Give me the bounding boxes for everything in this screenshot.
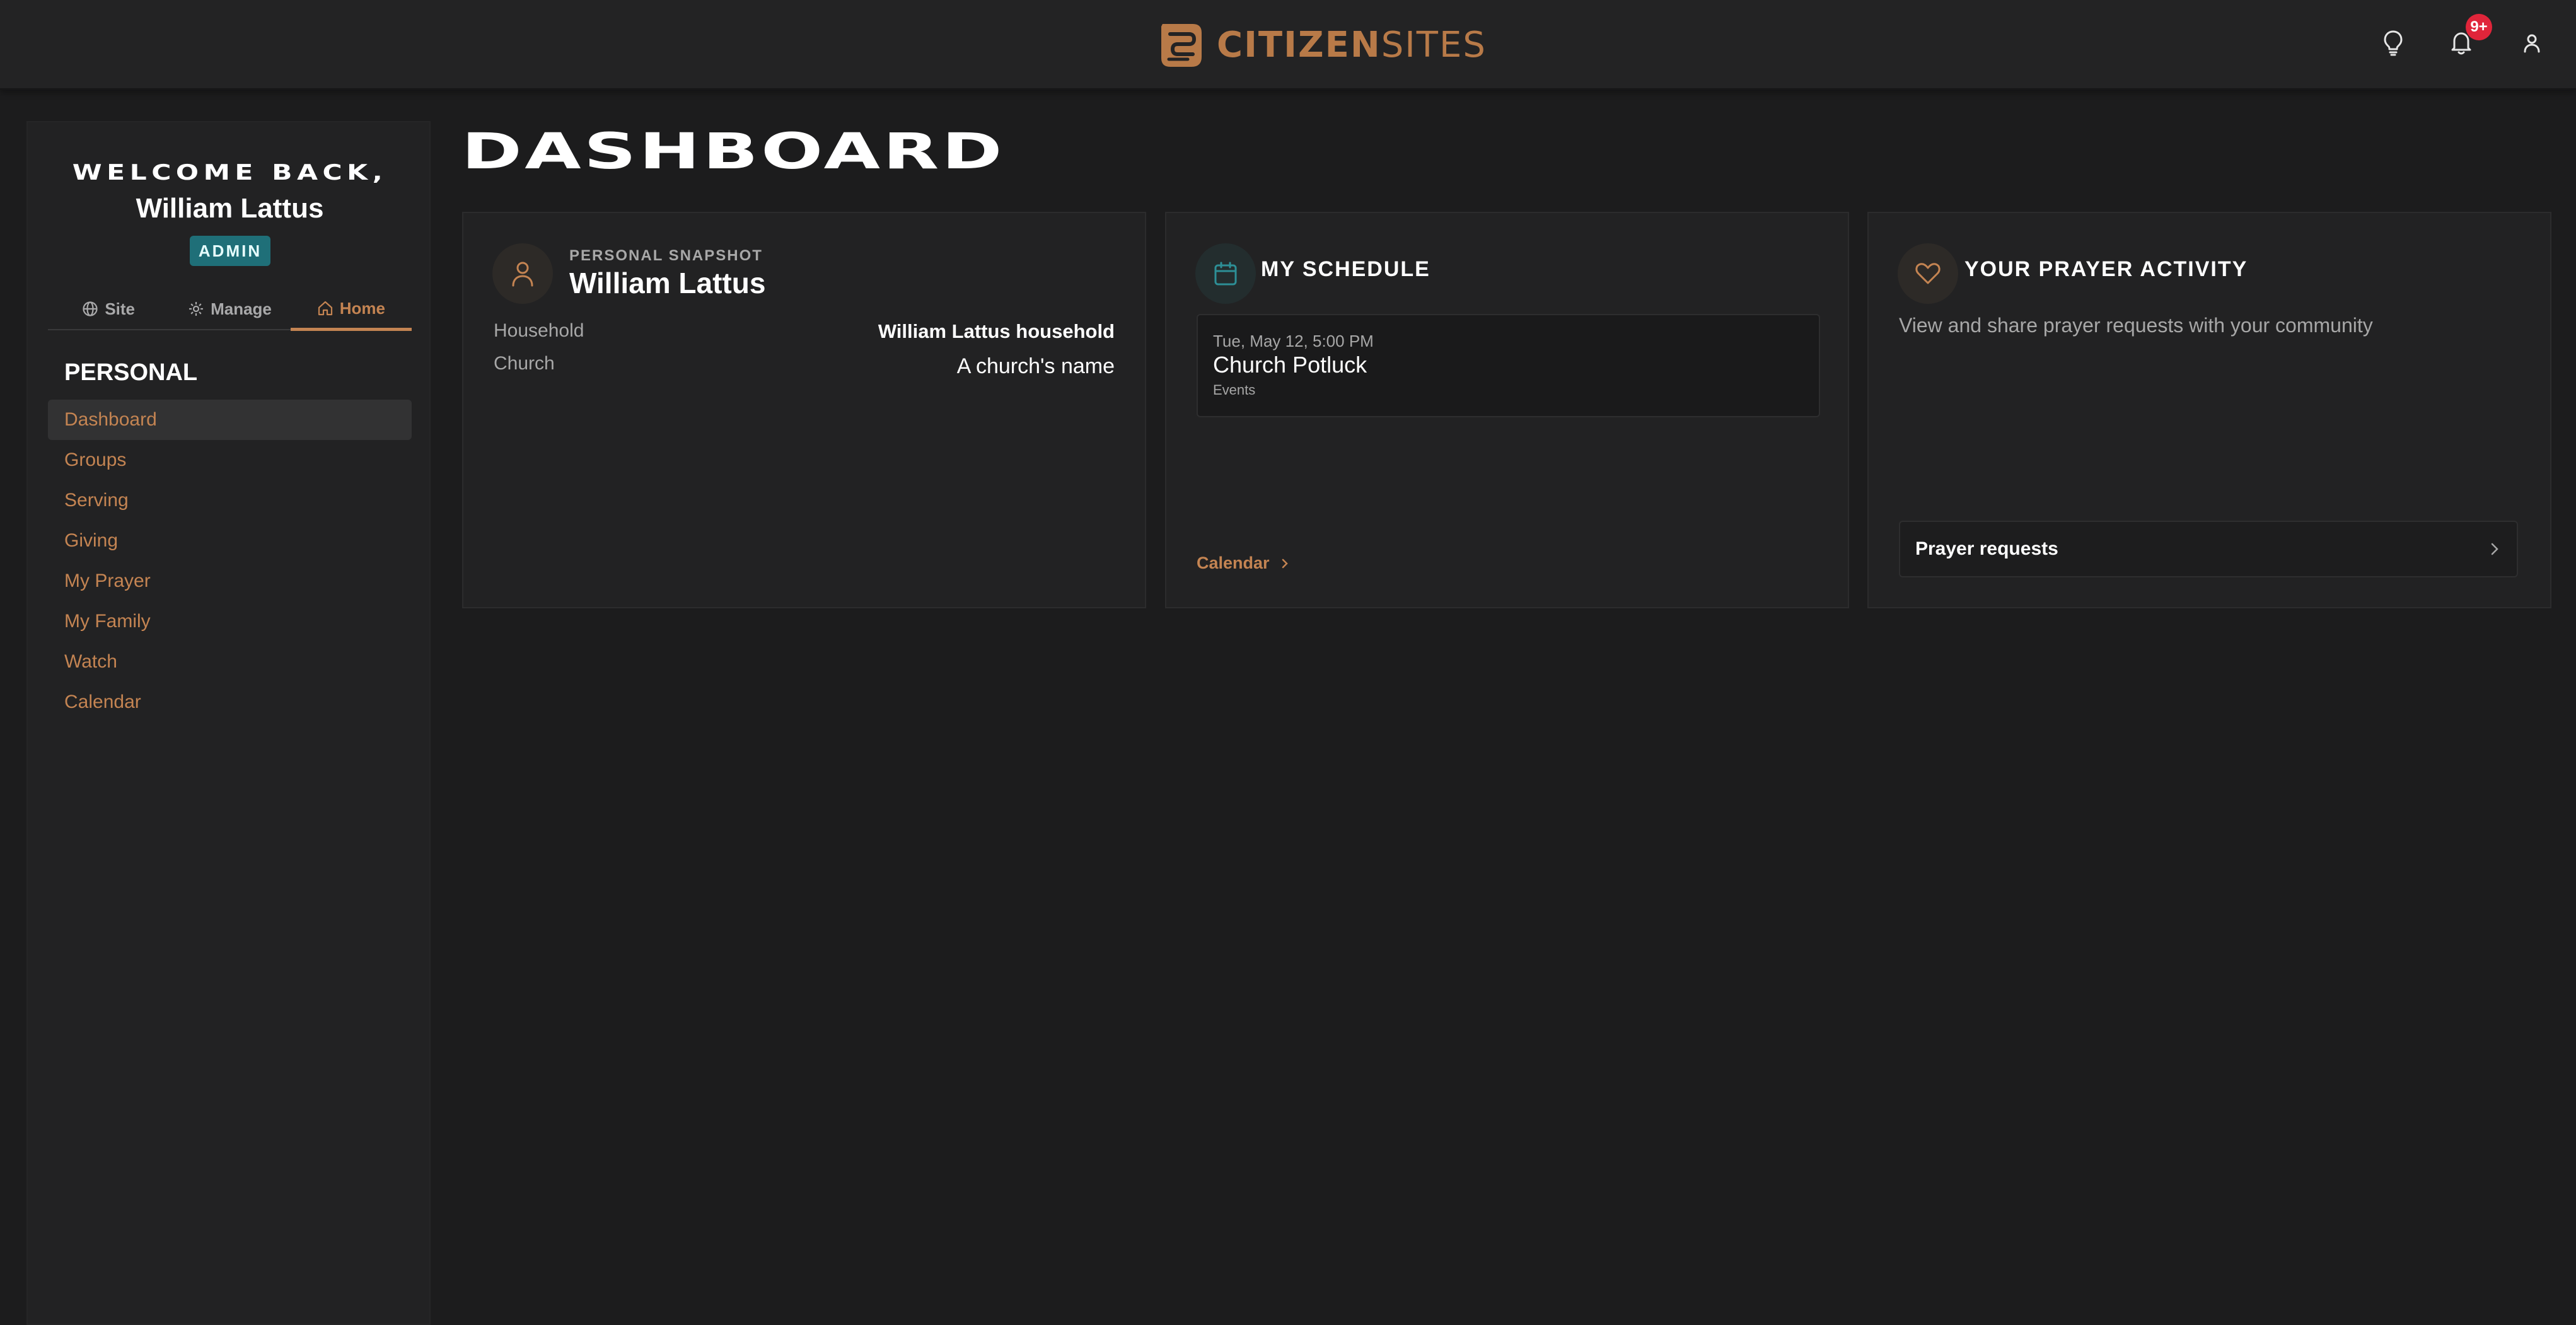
prayer-requests-label: Prayer requests xyxy=(1915,538,2058,559)
church-label: Church xyxy=(494,353,555,374)
brand-logo-icon xyxy=(1161,24,1202,67)
heart-icon xyxy=(1915,263,1941,284)
tab-site-label: Site xyxy=(105,299,135,318)
church-value: A church's name xyxy=(956,354,1115,378)
brand[interactable]: CITIZENSITES xyxy=(1156,20,1487,71)
sidebar-item-watch[interactable]: Watch xyxy=(48,642,412,682)
event-type: Events xyxy=(1213,382,1256,398)
role-badge: ADMIN xyxy=(190,236,270,266)
sidebar: WELCOME BACK, William Lattus ADMIN Site … xyxy=(26,121,431,1325)
personal-snapshot-card: PERSONAL SNAPSHOT William Lattus Househo… xyxy=(462,212,1146,608)
calendar-icon xyxy=(1214,262,1237,286)
sidebar-item-giving[interactable]: Giving xyxy=(48,521,412,561)
prayer-heading: YOUR PRAYER ACTIVITY xyxy=(1964,257,2248,281)
home-icon xyxy=(318,301,332,316)
sidebar-item-dashboard[interactable]: Dashboard xyxy=(48,400,412,440)
heart-icon-badge xyxy=(1898,243,1958,304)
prayer-requests-link[interactable]: Prayer requests xyxy=(1899,521,2518,577)
tab-manage-label: Manage xyxy=(211,299,272,318)
sidebar-item-serving[interactable]: Serving xyxy=(48,480,412,521)
snapshot-eyebrow: PERSONAL SNAPSHOT xyxy=(569,247,763,264)
notification-count-badge: 9+ xyxy=(2466,14,2492,40)
sidebar-item-my-prayer[interactable]: My Prayer xyxy=(48,561,412,601)
prayer-activity-card: YOUR PRAYER ACTIVITY View and share pray… xyxy=(1867,212,2551,608)
tab-home[interactable]: Home xyxy=(290,289,412,331)
sidebar-tabs: Site Manage Home xyxy=(48,289,412,331)
sidebar-item-calendar[interactable]: Calendar xyxy=(48,682,412,722)
welcome-text: WELCOME BACK, xyxy=(72,160,388,185)
globe-icon xyxy=(83,301,98,316)
lightbulb-icon[interactable] xyxy=(2376,25,2411,61)
calendar-link-label: Calendar xyxy=(1197,553,1270,572)
event-item[interactable]: Tue, May 12, 5:00 PM Church Potluck Even… xyxy=(1197,314,1820,417)
sidebar-user-name: William Lattus xyxy=(136,193,324,224)
avatar xyxy=(492,243,553,304)
tab-home-label: Home xyxy=(339,298,385,318)
brand-name-primary: CITIZEN xyxy=(1217,25,1381,66)
prayer-description: View and share prayer requests with your… xyxy=(1899,314,2373,337)
chevron-right-icon xyxy=(2491,543,2498,555)
gear-icon xyxy=(189,302,204,316)
schedule-heading: MY SCHEDULE xyxy=(1261,257,1430,281)
snapshot-name: William Lattus xyxy=(569,267,766,299)
event-date: Tue, May 12, 5:00 PM xyxy=(1213,332,1374,350)
page-title: DASHBOARD xyxy=(461,124,1005,180)
user-icon xyxy=(512,262,533,287)
tab-site[interactable]: Site xyxy=(48,289,169,329)
top-bar: CITIZENSITES 9+ xyxy=(0,0,2576,90)
calendar-icon-badge xyxy=(1195,243,1256,304)
user-icon[interactable] xyxy=(2514,25,2550,61)
sidebar-item-my-family[interactable]: My Family xyxy=(48,601,412,642)
brand-name-secondary: SITES xyxy=(1381,25,1487,66)
calendar-link[interactable]: Calendar xyxy=(1197,553,1289,573)
household-label: Household xyxy=(494,320,584,341)
chevron-right-icon xyxy=(1282,558,1288,568)
event-title: Church Potluck xyxy=(1213,352,1367,378)
section-title-personal: PERSONAL xyxy=(64,359,198,386)
tab-manage[interactable]: Manage xyxy=(169,289,290,329)
brand-name: CITIZENSITES xyxy=(1217,28,1487,63)
sidebar-nav: Dashboard Groups Serving Giving My Praye… xyxy=(48,400,412,722)
household-value: William Lattus household xyxy=(878,320,1115,342)
sidebar-item-groups[interactable]: Groups xyxy=(48,440,412,480)
my-schedule-card: MY SCHEDULE Tue, May 12, 5:00 PM Church … xyxy=(1165,212,1849,608)
